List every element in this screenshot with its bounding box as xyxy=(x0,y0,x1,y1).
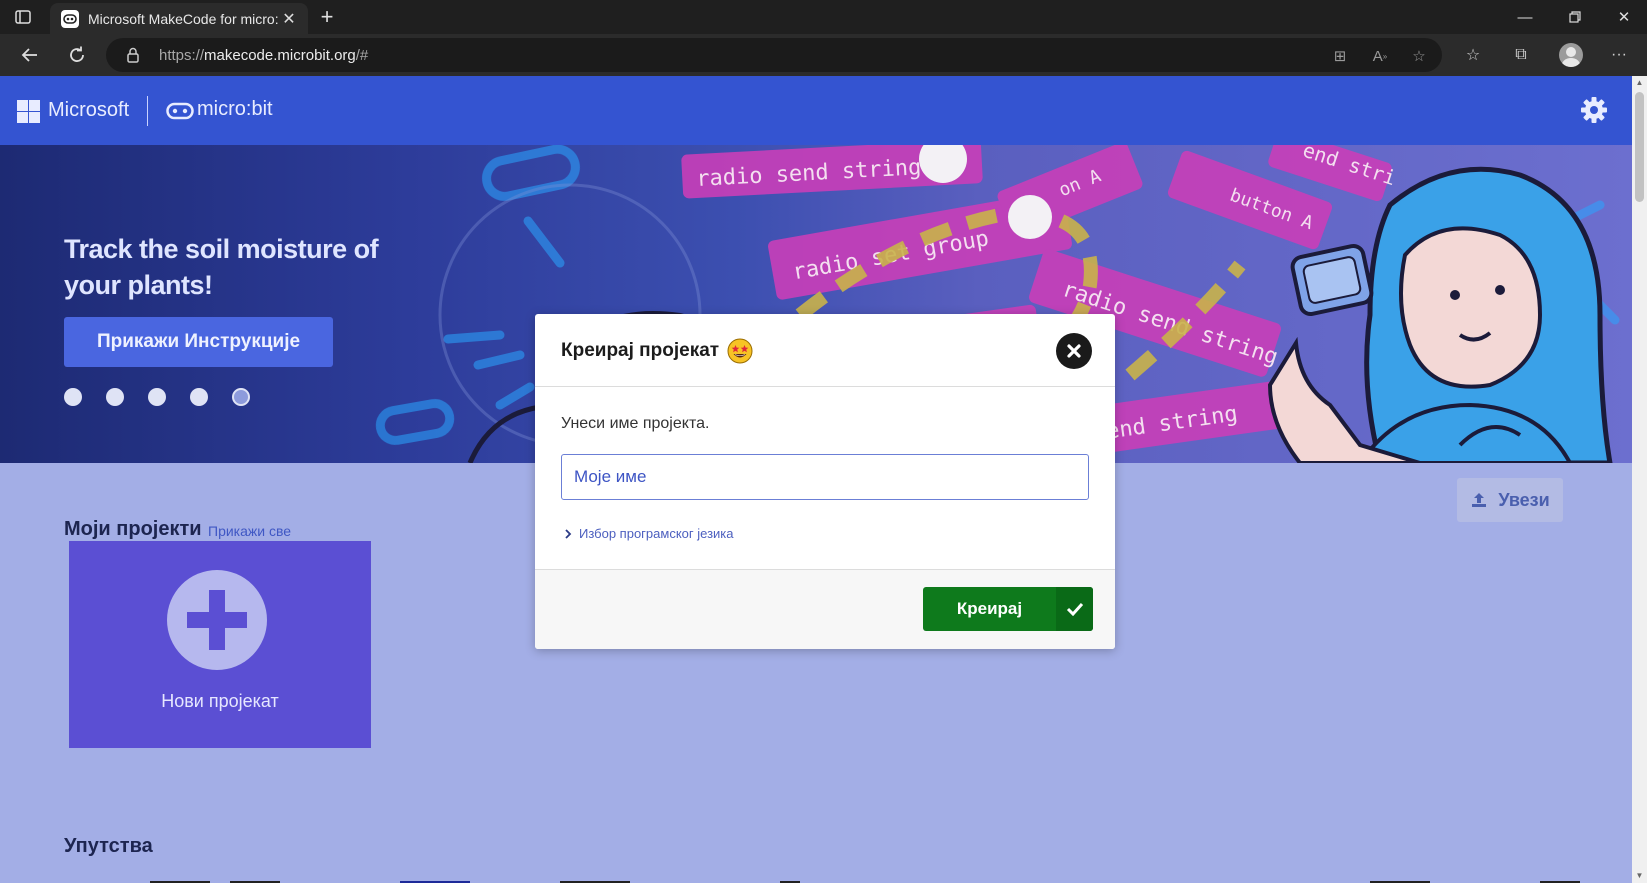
page-scrollbar[interactable]: ▲ ▼ xyxy=(1632,76,1647,883)
create-label: Креирај xyxy=(956,599,1023,618)
dialog-title-text: Креирај пројекат xyxy=(561,340,720,361)
restore-icon[interactable] xyxy=(1552,0,1598,34)
chevron-right-icon xyxy=(565,528,572,539)
minimize-icon[interactable]: — xyxy=(1502,0,1548,34)
browser-tab[interactable]: Microsoft MakeCode for micro:bit ✕ xyxy=(50,3,308,34)
browser-tab-bar: Microsoft MakeCode for micro:bit ✕ + — ✕ xyxy=(0,0,1647,34)
address-bar[interactable]: https://makecode.microbit.org/# ⊞ A» ☆ xyxy=(106,38,1442,72)
refresh-icon[interactable] xyxy=(63,41,91,69)
browser-toolbar: https://makecode.microbit.org/# ⊞ A» ☆ ☆… xyxy=(0,34,1647,76)
scrollbar-thumb[interactable] xyxy=(1635,92,1644,202)
create-button[interactable]: Креирај xyxy=(923,587,1093,631)
more-menu-icon[interactable]: ··· xyxy=(1607,43,1631,67)
read-aloud-icon[interactable]: A» xyxy=(1370,46,1390,66)
makecode-favicon-icon xyxy=(61,9,79,28)
language-choice-label: Избор програмског језика xyxy=(579,526,734,541)
create-project-dialog: Креирај пројекат Унеси име пројекта. Изб… xyxy=(535,314,1115,649)
lock-icon xyxy=(126,47,140,68)
back-icon[interactable] xyxy=(16,41,44,69)
tab-actions-icon[interactable] xyxy=(14,8,32,26)
project-name-prompt: Унеси име пројекта. xyxy=(561,415,710,432)
star-struck-emoji-icon xyxy=(727,338,753,364)
dialog-close-button[interactable] xyxy=(1056,333,1092,369)
scroll-up-icon[interactable]: ▲ xyxy=(1635,78,1644,87)
checkmark-icon xyxy=(1056,587,1093,631)
url-text: https://makecode.microbit.org/# xyxy=(159,47,369,64)
app-available-icon[interactable]: ⊞ xyxy=(1330,46,1350,66)
window-close-icon[interactable]: ✕ xyxy=(1601,0,1647,34)
close-icon xyxy=(1067,344,1081,358)
dialog-title: Креирај пројекат xyxy=(561,338,753,364)
new-tab-icon[interactable]: + xyxy=(316,6,338,28)
tab-title: Microsoft MakeCode for micro:bit xyxy=(88,10,278,27)
tab-close-icon[interactable]: ✕ xyxy=(278,8,300,30)
collections-icon[interactable]: ⧉ xyxy=(1509,43,1533,67)
language-choice-toggle[interactable]: Избор програмског језика xyxy=(563,526,734,541)
project-name-input[interactable] xyxy=(561,454,1089,500)
profile-avatar[interactable] xyxy=(1559,43,1583,67)
add-favorite-icon[interactable]: ☆ xyxy=(1409,46,1429,66)
favorites-icon[interactable]: ☆ xyxy=(1461,43,1485,67)
dialog-footer: Креирај xyxy=(535,569,1115,649)
dialog-header: Креирај пројекат xyxy=(535,314,1115,387)
scroll-down-icon[interactable]: ▼ xyxy=(1635,871,1644,880)
